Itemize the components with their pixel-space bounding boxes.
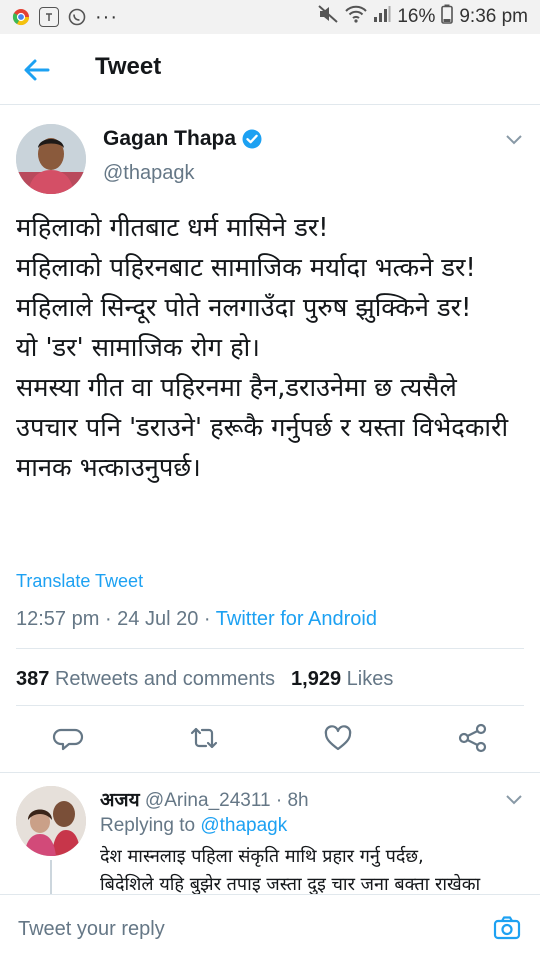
likes-count: 1,929 xyxy=(291,668,342,690)
divider xyxy=(16,705,524,706)
translate-tweet-link[interactable]: Translate Tweet xyxy=(16,571,143,592)
status-bar: ··· 16% 9:36 pm xyxy=(0,0,540,34)
tweet-actions xyxy=(0,722,540,760)
share-icon[interactable] xyxy=(457,722,489,754)
reply-text: देश मास्नलाइ पहिला संकृति माथि प्रहार गर… xyxy=(100,846,481,895)
thread-line xyxy=(50,860,52,894)
reply-icon[interactable] xyxy=(52,722,84,754)
divider xyxy=(0,772,540,773)
likes-count-link[interactable]: 1,929 Likes xyxy=(291,668,393,691)
retweets-count-link[interactable]: 387 Retweets and comments xyxy=(16,668,275,691)
tweet-date: 24 Jul 20 xyxy=(117,608,199,630)
engagement-counts: 387 Retweets and comments 1,929 Likes xyxy=(16,668,393,691)
tweet-meta: 12:57 pm · 24 Jul 20 · Twitter for Andro… xyxy=(16,608,377,631)
tweet-time: 12:57 pm xyxy=(16,608,100,630)
retweet-icon[interactable] xyxy=(188,722,220,754)
retweets-count: 387 xyxy=(16,668,50,690)
tweet-source-link[interactable]: Twitter for Android xyxy=(216,608,377,630)
tweet-text: महिलाको गीतबाट धर्म मासिने डर! महिलाको प… xyxy=(16,213,509,483)
wifi-icon xyxy=(345,5,368,29)
chevron-down-icon[interactable] xyxy=(504,131,524,145)
signal-icon xyxy=(373,5,391,29)
reply-compose-bar xyxy=(0,894,540,961)
more-notifications-icon: ··· xyxy=(95,5,118,28)
replying-to: Replying to @thapagk xyxy=(100,815,287,837)
reply-author-handle[interactable]: @Arina_24311 xyxy=(145,790,271,811)
replying-label: Replying to xyxy=(100,815,196,836)
clock: 9:36 pm xyxy=(459,6,528,27)
whatsapp-icon xyxy=(68,8,86,26)
arrow-left-icon[interactable] xyxy=(22,55,52,85)
reply-time: 8h xyxy=(287,790,309,811)
meta-separator: · xyxy=(275,790,288,811)
author-name[interactable]: Gagan Thapa xyxy=(103,127,236,151)
like-icon[interactable] xyxy=(322,722,354,754)
divider xyxy=(16,648,524,649)
reply-header: अजय @Arina_24311 · 8h xyxy=(100,786,309,812)
battery-percent: 16% xyxy=(397,6,436,27)
top-app-bar: Tweet xyxy=(0,34,540,105)
likes-label: Likes xyxy=(346,668,394,690)
app-icon xyxy=(39,7,59,27)
meta-separator: · xyxy=(104,608,118,630)
retweets-label: Retweets and comments xyxy=(54,668,276,690)
chevron-down-icon[interactable] xyxy=(504,791,524,805)
mute-icon xyxy=(317,4,339,30)
reply-input[interactable] xyxy=(16,913,470,945)
author-avatar[interactable] xyxy=(16,124,86,194)
verified-badge-icon xyxy=(242,129,262,149)
camera-icon[interactable] xyxy=(492,913,522,943)
battery-icon xyxy=(441,4,454,30)
author-name-row[interactable]: Gagan Thapa xyxy=(103,127,262,151)
replying-to-link[interactable]: @thapagk xyxy=(200,815,287,836)
meta-separator: · xyxy=(203,608,216,630)
reply-author-name[interactable]: अजय xyxy=(100,789,140,811)
page-title: Tweet xyxy=(95,53,162,80)
author-handle[interactable]: @thapagk xyxy=(103,162,194,185)
reply-avatar[interactable] xyxy=(16,786,86,856)
chrome-icon xyxy=(12,8,30,26)
